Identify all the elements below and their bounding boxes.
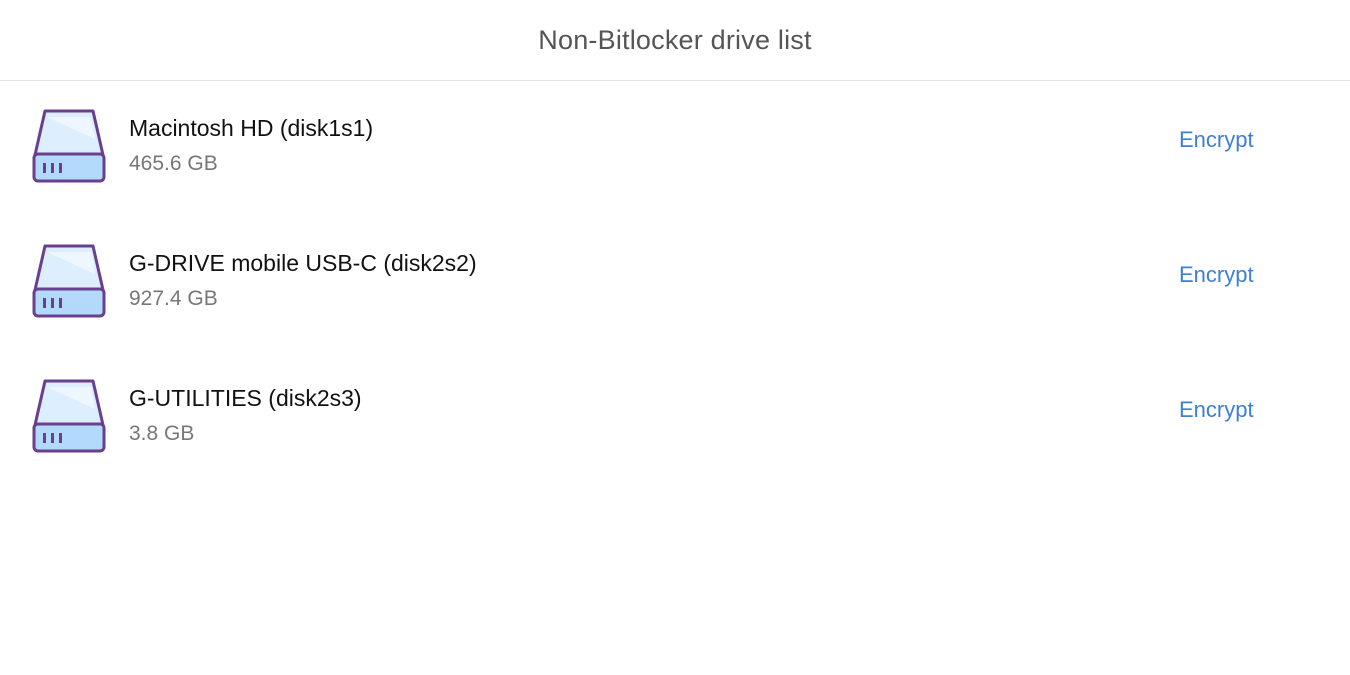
drive-size: 3.8 GB — [129, 422, 195, 445]
drive-info: G-DRIVE mobile USB-C (disk2s2) 927.4 GB — [129, 248, 477, 314]
hard-drive-icon — [32, 109, 106, 183]
drive-name: Macintosh HD (disk1s1) — [129, 115, 374, 141]
drive-size: 927.4 GB — [129, 287, 218, 310]
hard-drive-icon — [32, 244, 106, 318]
drive-info: Macintosh HD (disk1s1) 465.6 GB — [129, 113, 373, 179]
page-title: Non-Bitlocker drive list — [538, 24, 812, 55]
encrypt-button[interactable]: Encrypt — [1179, 125, 1254, 155]
header: Non-Bitlocker drive list — [0, 0, 1350, 81]
drive-name: G-DRIVE mobile USB-C (disk2s2) — [129, 250, 477, 276]
list-item: G-DRIVE mobile USB-C (disk2s2) 927.4 GB … — [0, 216, 1350, 351]
drive-info: G-UTILITIES (disk2s3) 3.8 GB — [129, 383, 362, 449]
drive-name: G-UTILITIES (disk2s3) — [129, 385, 362, 411]
list-item: Macintosh HD (disk1s1) 465.6 GB Encrypt — [0, 81, 1350, 216]
drive-size: 465.6 GB — [129, 152, 218, 175]
list-item: G-UTILITIES (disk2s3) 3.8 GB Encrypt — [0, 351, 1350, 486]
encrypt-button[interactable]: Encrypt — [1179, 260, 1254, 290]
drive-list: Macintosh HD (disk1s1) 465.6 GB Encrypt … — [0, 81, 1350, 486]
drive-list-window: Non-Bitlocker drive list Macintosh HD (d… — [0, 0, 1350, 675]
encrypt-button[interactable]: Encrypt — [1179, 395, 1254, 425]
hard-drive-icon — [32, 379, 106, 453]
